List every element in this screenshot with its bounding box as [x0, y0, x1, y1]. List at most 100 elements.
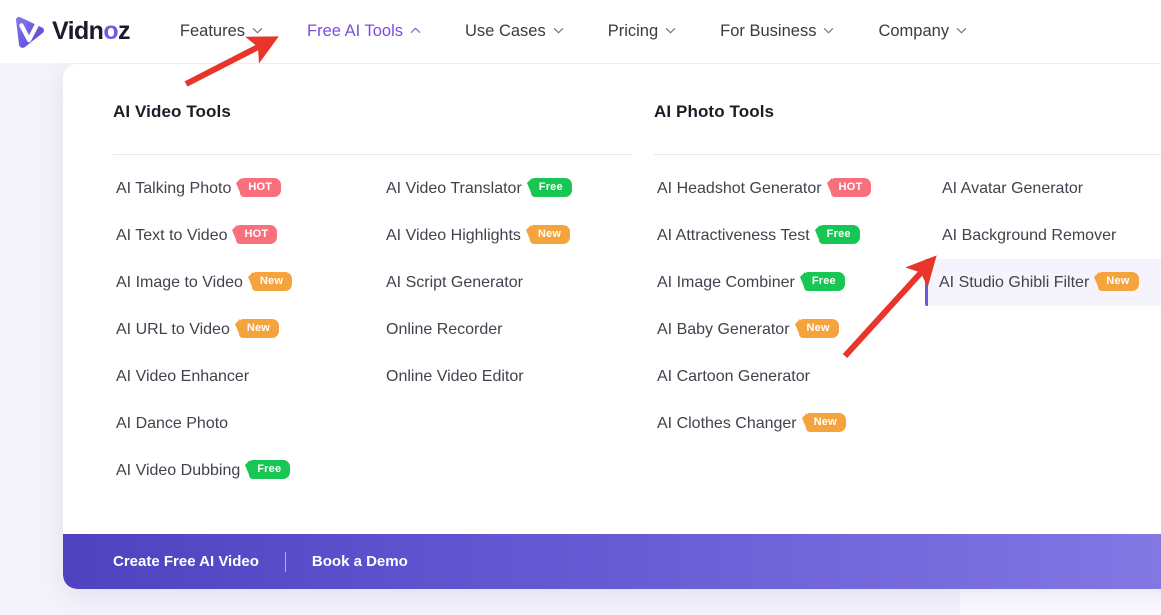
nav-item-use-cases[interactable]: Use Cases	[443, 0, 586, 63]
nav-item-label: Company	[878, 22, 950, 40]
group-ai-video-tools: AI Video Tools AI Talking Photo HOT AI T…	[113, 102, 633, 494]
group-divider	[654, 154, 1161, 155]
tool-online-recorder[interactable]: Online Recorder	[383, 306, 633, 353]
column-video-1: AI Talking Photo HOT AI Text to Video HO…	[113, 165, 383, 494]
nav-item-free-ai-tools[interactable]: Free AI Tools	[285, 0, 443, 63]
tool-label: AI Image Combiner	[657, 273, 795, 291]
group-title-ai-video-tools: AI Video Tools	[113, 102, 231, 121]
tool-label: AI Talking Photo	[116, 179, 232, 197]
badge-new: New	[234, 319, 280, 338]
tool-label: AI Background Remover	[942, 226, 1117, 244]
chevron-down-icon	[956, 25, 967, 36]
tool-ai-text-to-video[interactable]: AI Text to Video HOT	[113, 212, 383, 259]
badge-label: New	[806, 322, 830, 334]
badge-label: HOT	[838, 181, 863, 193]
tool-label: AI Text to Video	[116, 226, 228, 244]
dropdown-cta-bar: Create Free AI Video Book a Demo	[63, 534, 1161, 589]
group-title-ai-photo-tools: AI Photo Tools	[654, 102, 775, 121]
badge-label: Free	[826, 228, 851, 240]
tool-label: AI Image to Video	[116, 273, 243, 291]
brand-name: Vidnoz	[52, 19, 130, 44]
tool-label: AI Video Highlights	[386, 226, 521, 244]
column-video-2: AI Video Translator Free AI Video Highli…	[383, 165, 633, 494]
badge-hot: HOT	[826, 178, 872, 197]
tool-label: AI Studio Ghibli Filter	[939, 273, 1090, 291]
badge-free: Free	[814, 225, 860, 244]
tool-ai-dance-photo[interactable]: AI Dance Photo	[113, 400, 383, 447]
badge-new: New	[525, 225, 571, 244]
badge-free: Free	[245, 460, 291, 479]
tool-label: AI Attractiveness Test	[657, 226, 810, 244]
page-root: Vidnoz Features Free AI Tools Use Cases	[0, 0, 1161, 615]
tool-label: AI Video Enhancer	[116, 367, 250, 385]
badge-new: New	[1094, 272, 1139, 291]
tool-ai-url-to-video[interactable]: AI URL to Video New	[113, 306, 383, 353]
tool-ai-video-enhancer[interactable]: AI Video Enhancer	[113, 353, 383, 400]
tool-ai-video-dubbing[interactable]: AI Video Dubbing Free	[113, 447, 383, 494]
tool-label: AI Dance Photo	[116, 414, 229, 432]
badge-free: Free	[799, 272, 845, 291]
tool-ai-script-generator[interactable]: AI Script Generator	[383, 259, 633, 306]
vidnoz-v-logo-icon	[12, 15, 46, 49]
tool-label: AI Headshot Generator	[657, 179, 822, 197]
brand-name-prefix: Vidn	[52, 17, 104, 45]
tool-label: AI Baby Generator	[657, 320, 790, 338]
nav-item-features[interactable]: Features	[158, 0, 285, 63]
tool-ai-video-highlights[interactable]: AI Video Highlights New	[383, 212, 633, 259]
badge-label: New	[1106, 275, 1130, 287]
tool-label: AI Script Generator	[386, 273, 523, 291]
chevron-up-icon	[410, 25, 421, 36]
tool-ai-background-remover[interactable]: AI Background Remover	[939, 212, 1161, 259]
group-ai-photo-tools: AI Photo Tools AI Headshot Generator HOT…	[654, 102, 1161, 447]
tool-ai-attractiveness-test[interactable]: AI Attractiveness Test Free	[654, 212, 939, 259]
tool-ai-cartoon-generator[interactable]: AI Cartoon Generator	[654, 353, 939, 400]
tool-ai-video-translator[interactable]: AI Video Translator Free	[383, 165, 633, 212]
nav-item-label: Use Cases	[465, 22, 546, 40]
nav-items: Features Free AI Tools Use Cases Pricing	[158, 0, 989, 63]
tool-label: AI Avatar Generator	[942, 179, 1084, 197]
tool-ai-headshot-generator[interactable]: AI Headshot Generator HOT	[654, 165, 939, 212]
tool-label: AI Clothes Changer	[657, 414, 797, 432]
group-divider	[113, 154, 633, 155]
tool-label: AI Video Dubbing	[116, 461, 241, 479]
tool-ai-clothes-changer[interactable]: AI Clothes Changer New	[654, 400, 939, 447]
tool-ai-avatar-generator[interactable]: AI Avatar Generator	[939, 165, 1161, 212]
create-free-ai-video-button[interactable]: Create Free AI Video	[113, 553, 259, 570]
badge-new: New	[794, 319, 839, 338]
tool-ai-studio-ghibli-filter[interactable]: AI Studio Ghibli Filter New	[925, 259, 1161, 306]
column-photo-1: AI Headshot Generator HOT AI Attractiven…	[654, 165, 939, 447]
badge-label: New	[537, 228, 562, 240]
nav-item-pricing[interactable]: Pricing	[586, 0, 698, 63]
badge-label: Free	[811, 275, 836, 287]
chevron-down-icon	[665, 25, 676, 36]
nav-item-label: Features	[179, 22, 246, 40]
brand-logo[interactable]: Vidnoz	[12, 15, 130, 49]
tool-ai-image-to-video[interactable]: AI Image to Video New	[113, 259, 383, 306]
badge-label: HOT	[248, 181, 273, 193]
badge-label: Free	[257, 463, 282, 475]
tool-label: AI Cartoon Generator	[657, 367, 810, 385]
group-columns: AI Talking Photo HOT AI Text to Video HO…	[113, 165, 633, 494]
dropdown-body: AI Video Tools AI Talking Photo HOT AI T…	[63, 64, 1161, 534]
tool-ai-baby-generator[interactable]: AI Baby Generator New	[654, 306, 939, 353]
chevron-down-icon	[823, 25, 834, 36]
nav-item-for-business[interactable]: For Business	[698, 0, 856, 63]
badge-label: New	[813, 416, 837, 428]
tool-ai-talking-photo[interactable]: AI Talking Photo HOT	[113, 165, 383, 212]
badge-label: HOT	[244, 228, 269, 240]
nav-item-label: Pricing	[607, 22, 659, 40]
tool-online-video-editor[interactable]: Online Video Editor	[383, 353, 633, 400]
cta-separator	[284, 551, 286, 572]
tool-label: Online Video Editor	[386, 367, 524, 385]
tool-label: AI URL to Video	[116, 320, 230, 338]
nav-item-company[interactable]: Company	[856, 0, 989, 63]
column-photo-2: AI Avatar Generator AI Background Remove…	[925, 165, 1161, 447]
brand-name-accent: o	[103, 17, 118, 45]
book-a-demo-button[interactable]: Book a Demo	[312, 553, 408, 570]
badge-label: New	[259, 275, 284, 287]
tool-label: Online Recorder	[386, 320, 503, 338]
chevron-down-icon	[553, 25, 564, 36]
tool-ai-image-combiner[interactable]: AI Image Combiner Free	[654, 259, 939, 306]
background-strip	[960, 589, 1161, 615]
badge-label: Free	[538, 181, 563, 193]
